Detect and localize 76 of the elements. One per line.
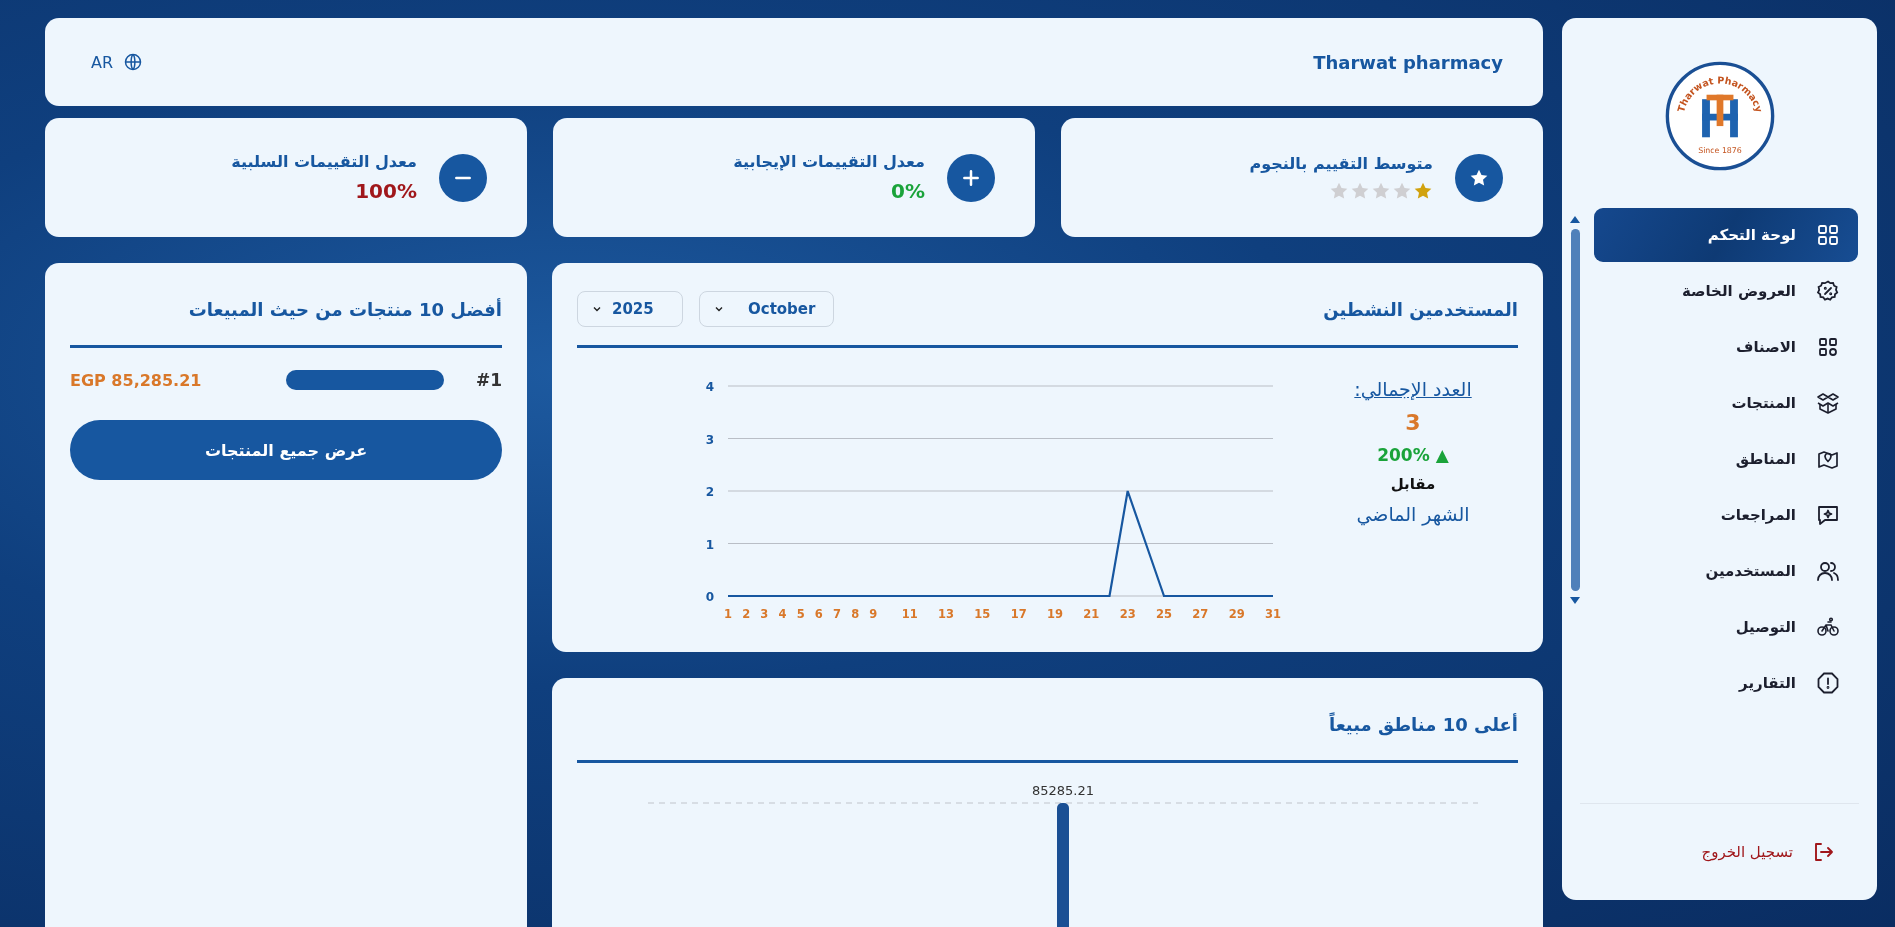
sidebar-item[interactable]: التقارير	[1594, 656, 1858, 710]
x-tick-label: 17	[1010, 607, 1027, 621]
bike-icon	[1816, 615, 1840, 639]
sidebar-item[interactable]: المستخدمين	[1594, 544, 1858, 598]
language-button[interactable]: AR	[85, 51, 150, 73]
sidebar-item[interactable]: الاصناف	[1594, 320, 1858, 374]
y-tick-label: 1	[705, 537, 715, 552]
x-tick-label: 9	[869, 607, 878, 621]
star-icon	[1329, 181, 1349, 201]
y-tick-label: 3	[705, 432, 715, 447]
y-tick-label: 4	[705, 380, 715, 394]
rank-label: #1	[474, 370, 502, 390]
view-all-products-button[interactable]: عرض جميع المنتجات	[70, 420, 502, 480]
x-tick-label: 31	[1265, 607, 1281, 621]
star-icon	[1413, 181, 1433, 201]
change-percent: 200%	[1377, 445, 1430, 465]
x-tick-label: 23	[1119, 607, 1136, 621]
x-tick-label: 6	[814, 607, 823, 621]
sidebar-item[interactable]: المنتجات	[1594, 376, 1858, 430]
alert-icon	[1816, 671, 1840, 695]
x-tick-label: 21	[1083, 607, 1100, 621]
y-tick-label: 0	[705, 590, 715, 604]
x-tick-label: 3	[760, 607, 769, 621]
x-tick-label: 4	[778, 607, 787, 621]
app-title: Tharwat pharmacy	[1313, 51, 1503, 73]
review-icon	[1816, 503, 1840, 527]
sidebar-item[interactable]: المناطق	[1594, 432, 1858, 486]
star-icon	[1371, 181, 1391, 201]
stat-value: 100%	[355, 179, 417, 203]
star-icon	[1350, 181, 1370, 201]
box-icon	[1816, 391, 1840, 415]
x-tick-label: 19	[1047, 607, 1063, 621]
compare-label: مقابل	[1390, 475, 1436, 493]
month-dropdown[interactable]: October	[699, 291, 835, 327]
compare-period: الشهر الماضي	[1356, 503, 1470, 525]
y-tick-label: 2	[705, 485, 715, 499]
star-badge-icon	[1455, 153, 1503, 202]
stat-title: معدل التقييمات الإيجابية	[733, 152, 925, 171]
x-tick-label: 29	[1228, 607, 1245, 621]
sidebar-item[interactable]: التوصيل	[1594, 600, 1858, 654]
sidebar-item[interactable]: لوحة التحكم	[1594, 208, 1858, 262]
x-tick-label: 13	[938, 607, 954, 621]
x-tick-label: 1	[724, 607, 732, 621]
plus-icon	[947, 153, 995, 202]
chevron-icon	[714, 304, 724, 314]
x-tick-label: 8	[851, 607, 860, 621]
x-tick-label: 11	[901, 607, 918, 621]
card-title: أفضل 10 منتجات من حيث المبيعات	[188, 298, 502, 320]
x-tick-label: 15	[974, 607, 991, 621]
total-value: 3	[1405, 410, 1421, 435]
minus-icon	[439, 153, 487, 202]
x-tick-label: 27	[1192, 607, 1209, 621]
card-title: أعلى 10 مناطق مبيعاً	[1328, 713, 1518, 735]
sidebar-item[interactable]: العروض الخاصة	[1594, 264, 1858, 318]
year-dropdown[interactable]: 2025	[577, 291, 683, 327]
sales-value: EGP 85,285.21	[70, 370, 203, 390]
stat-title: متوسط التقييم بالنجوم	[1249, 154, 1433, 173]
percent-icon	[1816, 279, 1840, 303]
up-arrow-icon: ▲	[1435, 445, 1449, 465]
stat-title: معدل التقييمات السلبية	[231, 152, 417, 171]
x-tick-label: 2	[742, 607, 751, 621]
logout-button[interactable]: تسجيل الخروج	[1562, 804, 1877, 900]
chevron-icon	[592, 304, 602, 314]
total-label: العدد الإجمالي:	[1354, 378, 1472, 400]
categories-icon	[1816, 335, 1840, 359]
x-tick-label: 7	[833, 607, 841, 621]
grid-icon	[1816, 223, 1840, 247]
bar-value-label: 85285.21	[1032, 783, 1094, 798]
stat-value: 0%	[891, 179, 925, 203]
globe-icon	[123, 52, 144, 72]
users-icon	[1816, 559, 1840, 583]
x-tick-label: 25	[1156, 607, 1172, 621]
sidebar-item[interactable]: المراجعات	[1594, 488, 1858, 542]
card-title: المستخدمين النشطين	[1323, 298, 1518, 320]
star-icon	[1392, 181, 1412, 201]
x-tick-label: 5	[796, 607, 805, 621]
